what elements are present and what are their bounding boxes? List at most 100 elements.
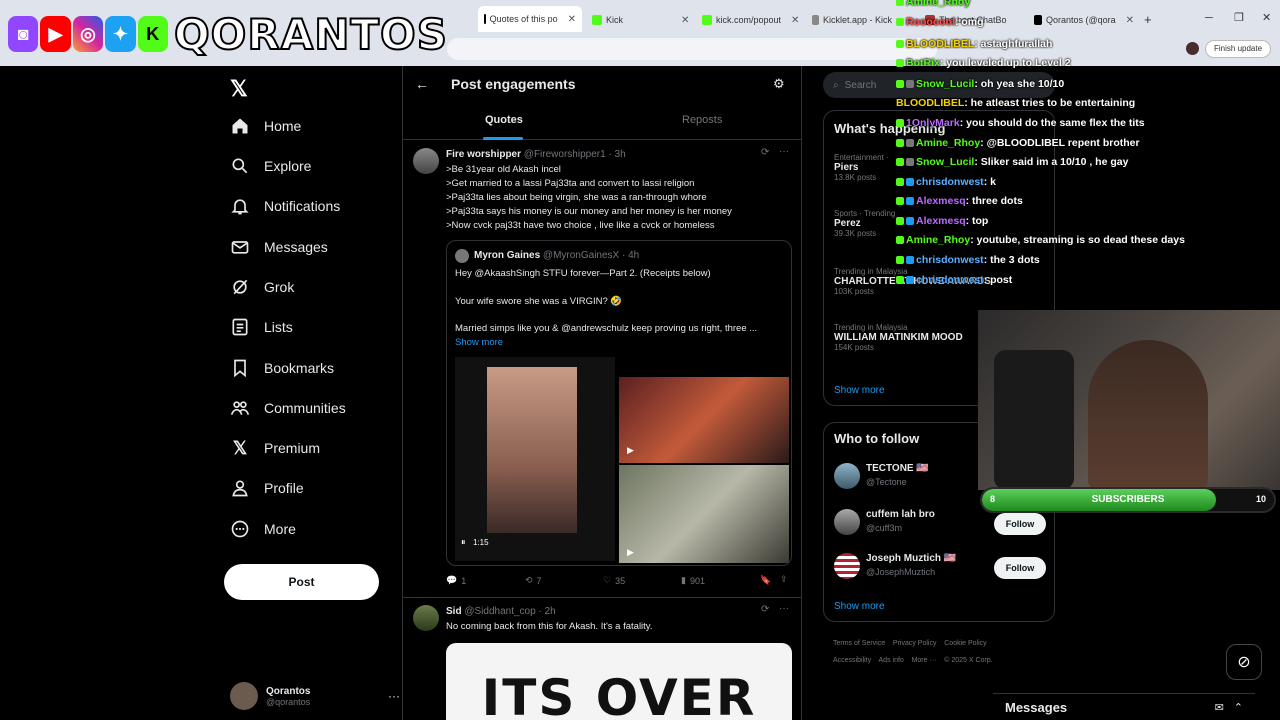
grok-icon: ⊘ — [1237, 654, 1251, 671]
media-image[interactable]: ▶ — [619, 377, 789, 463]
grok-icon[interactable]: ⟳ — [761, 147, 769, 158]
trend-item[interactable]: Sports · Trending Perez 39.3K posts — [834, 209, 895, 238]
settings-sliders-icon[interactable]: ⚙ — [773, 76, 785, 92]
video-player[interactable]: ⏸ 1:15 — [455, 357, 615, 561]
close-icon[interactable]: ✕ — [791, 15, 799, 26]
tweet[interactable]: Sid @Siddhant_cop · 2h ⟳ ··· No coming b… — [403, 599, 801, 720]
kick-icon: K — [137, 16, 168, 52]
tweet-text-line: >Now cvck paj33t have two choice , live … — [446, 220, 715, 231]
footer-links[interactable]: Terms of Service Privacy Policy Cookie P… — [833, 640, 987, 647]
grok-icon — [233, 279, 248, 295]
tweet[interactable]: Fire worshipper @Fireworshipper1 · 3h ⟳ … — [403, 142, 801, 598]
address-bar[interactable] — [447, 38, 937, 60]
tweet-author[interactable]: Fire worshipper @Fireworshipper1 · 3h — [446, 149, 626, 160]
nav-messages[interactable]: Messages — [230, 227, 328, 267]
nav-premium[interactable]: 𝕏 Premium — [230, 428, 320, 468]
tweet-text-line: >Be 31year old Akash incel — [446, 164, 561, 175]
x-premium-icon: 𝕏 — [232, 437, 248, 458]
webcam-feed — [978, 310, 1280, 490]
chat-message: Amine_Rhoy — [896, 0, 970, 8]
main-column: ← Post engagements ⚙ Quotes Reposts Fire… — [402, 66, 802, 720]
nav-label: Grok — [264, 279, 295, 295]
nav-lists[interactable]: Lists — [230, 307, 293, 347]
tab-label: Quotes of this po — [489, 14, 558, 24]
show-more-link[interactable]: Show more — [834, 385, 885, 396]
bookmark-icon[interactable]: 🔖 — [760, 575, 771, 586]
tweet-author[interactable]: Sid @Siddhant_cop · 2h — [446, 606, 556, 617]
tab-kick[interactable]: Kick ✕ — [592, 10, 692, 30]
like-button[interactable]: ♡ 35 — [603, 575, 625, 586]
search-icon — [232, 158, 248, 174]
quoted-text: Hey @AkaashSingh STFU forever—Part 2. (R… — [455, 268, 711, 279]
back-arrow-icon[interactable]: ← — [415, 76, 429, 92]
nav-label: Notifications — [264, 198, 341, 214]
chat-message: 1OnlyMark: you should do the same flex t… — [896, 117, 1145, 129]
show-more-link[interactable]: Show more — [455, 337, 503, 348]
kick-favicon-icon — [702, 15, 712, 25]
subscriber-goal-bar: 8 SUBSCRIBERS 10 — [980, 487, 1276, 513]
avatar[interactable] — [413, 605, 439, 631]
stream-logo: ◙ ▶ ◎ ✦ K QORANTOS — [8, 8, 448, 60]
tab-reposts[interactable]: Reposts — [682, 114, 722, 126]
tab-active[interactable]: Quotes of this po ✕ — [478, 6, 582, 32]
engagement-tabs: Quotes Reposts — [403, 104, 801, 140]
person-icon — [232, 480, 248, 497]
nav-more[interactable]: More — [230, 509, 296, 549]
video-thumbnail — [487, 367, 577, 533]
repost-button[interactable]: ⟲ 7 — [525, 575, 542, 586]
trend-item[interactable]: Entertainment · Piers 13.8K posts — [834, 153, 889, 182]
follow-button[interactable]: Follow — [994, 513, 1046, 535]
post-button[interactable]: Post — [224, 564, 379, 600]
account-switcher[interactable]: Qorantos @qorantos ··· — [230, 678, 400, 714]
grok-float-button[interactable]: ⊘ — [1226, 644, 1262, 680]
media-image[interactable]: ▶ — [619, 465, 789, 563]
avatar — [834, 553, 860, 579]
nav-notifications[interactable]: Notifications — [230, 186, 340, 226]
instagram-icon: ◎ — [72, 16, 104, 52]
compose-message-icon[interactable]: ✉ — [1215, 701, 1224, 714]
tab-kick-popout[interactable]: kick.com/popout ✕ — [702, 10, 804, 30]
views-button[interactable]: ▮ 901 — [681, 575, 705, 586]
x-logo-icon[interactable]: 𝕏 — [230, 76, 248, 102]
nav-explore[interactable]: Explore — [230, 146, 311, 186]
reply-button[interactable]: 💬 1 — [446, 575, 466, 586]
more-dots-icon[interactable]: ··· — [388, 689, 400, 703]
active-tab-indicator — [483, 137, 523, 140]
close-icon[interactable]: ✕ — [681, 15, 689, 26]
messages-dock[interactable]: Messages ✉ ⌃ — [993, 693, 1255, 720]
more-dots-icon[interactable]: ··· — [779, 603, 789, 614]
chat-message: chrisdonwest: post — [896, 274, 1012, 286]
nav-grok[interactable]: Grok — [230, 267, 294, 307]
expand-chevron-icon[interactable]: ⌃ — [1234, 701, 1243, 714]
tweet-text-line: >Paj33ta says his money is our money and… — [446, 206, 732, 217]
media-image[interactable]: ITS OVER — [446, 643, 792, 720]
close-icon[interactable]: ✕ — [568, 14, 576, 25]
play-icon: ▶ — [627, 547, 634, 557]
nav-profile[interactable]: Profile — [230, 468, 304, 508]
avatar[interactable] — [413, 148, 439, 174]
nav-communities[interactable]: Communities — [230, 388, 346, 428]
footer-links[interactable]: Accessibility Ads info More ··· © 2025 X… — [833, 657, 993, 664]
tab-kicklet[interactable]: Kicklet.app - Kick — [812, 10, 892, 30]
account-name: Qorantos — [266, 685, 311, 697]
video-time: 1:15 — [473, 538, 489, 547]
avatar — [834, 509, 860, 535]
panel-title: Who to follow — [834, 431, 920, 446]
tab-quotes[interactable]: Quotes — [485, 114, 523, 126]
nav-bookmarks[interactable]: Bookmarks — [230, 348, 334, 388]
follow-button[interactable]: Follow — [994, 557, 1046, 579]
tab-label: kick.com/popout — [716, 15, 782, 25]
trend-item[interactable]: Trending in Malaysia WILLIAM MATINKIM MO… — [834, 323, 963, 352]
nav-home[interactable]: Home — [230, 106, 301, 146]
twitch-icon: ◙ — [8, 16, 39, 52]
quoted-tweet[interactable]: Myron Gaines @MyronGainesX · 4h Hey @Aka… — [446, 240, 792, 566]
heart-icon: ♡ — [603, 575, 612, 585]
nav-label: Lists — [264, 319, 293, 335]
messages-dock-title: Messages — [1005, 699, 1068, 715]
show-more-link[interactable]: Show more — [834, 601, 885, 612]
grok-icon[interactable]: ⟳ — [761, 604, 769, 615]
share-icon[interactable]: ⇪ — [780, 574, 788, 585]
pause-icon[interactable]: ⏸ — [461, 537, 466, 548]
youtube-icon: ▶ — [40, 16, 71, 52]
more-dots-icon[interactable]: ··· — [779, 146, 789, 157]
